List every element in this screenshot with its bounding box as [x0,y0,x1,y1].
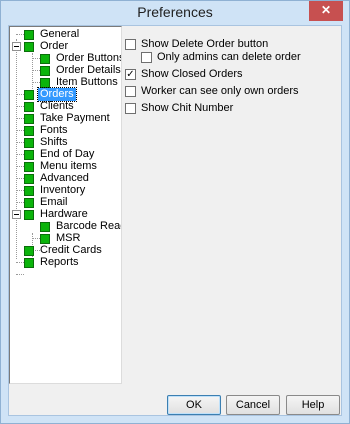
node-icon [24,210,34,220]
tree-connector [16,130,24,131]
close-button[interactable]: ✕ [309,1,343,21]
option-only-admins-delete[interactable]: Only admins can delete order [141,51,331,64]
node-icon [24,90,34,100]
node-icon [40,66,50,76]
node-icon [24,138,34,148]
node-icon [24,246,34,256]
tree-connector [16,106,24,107]
node-icon [40,78,50,88]
tree-connector [32,82,40,83]
tree-connector [16,154,24,155]
option-show-chit-number[interactable]: Show Chit Number [125,102,325,115]
cancel-button[interactable]: Cancel [226,395,280,415]
tree-connector [16,94,24,95]
tree-connector [16,202,24,203]
node-icon [40,234,50,244]
node-icon [24,150,34,160]
window-title: Preferences [137,4,213,20]
checkbox[interactable] [141,52,152,63]
title-bar[interactable]: Preferences ✕ [1,1,349,23]
hardware-expander-icon[interactable] [12,210,21,219]
checkbox[interactable] [125,39,136,50]
tree-connector [16,118,24,119]
tree-connector [32,58,40,59]
tree-connector [16,262,24,263]
node-icon [24,174,34,184]
close-icon: ✕ [320,3,332,17]
node-icon [24,114,34,124]
node-icon [24,162,34,172]
checkbox[interactable] [125,103,136,114]
dialog-body: General Order Order Buttons Order Detail… [8,25,342,416]
order-expander-icon[interactable] [12,42,21,51]
option-show-closed-orders[interactable]: ✓ Show Closed Orders [125,68,325,81]
option-show-delete-order-button[interactable]: Show Delete Order button [125,38,325,51]
tree-item-label: Reports [40,256,79,268]
node-icon [24,186,34,196]
node-icon [24,102,34,112]
checkbox-checked[interactable]: ✓ [125,69,136,80]
node-icon [24,198,34,208]
option-label: Only admins can delete order [157,51,301,63]
option-label: Worker can see only own orders [141,85,299,97]
tree-connector [16,166,24,167]
ok-button[interactable]: OK [167,395,221,415]
tree-connector [16,142,24,143]
preferences-window: Preferences ✕ General Order Order Button… [0,0,350,424]
checkbox[interactable] [125,86,136,97]
tree-connector [32,53,33,93]
option-label: Show Chit Number [141,102,234,114]
option-label: Show Delete Order button [141,38,269,50]
tree-connector [16,178,24,179]
tree-connector [32,70,40,71]
node-icon [24,30,34,40]
tree-connector [16,39,17,259]
node-icon [24,42,34,52]
node-icon [24,126,34,136]
tree-connector [16,190,24,191]
tree-connector [16,274,24,275]
node-icon [40,222,50,232]
option-worker-own-orders[interactable]: Worker can see only own orders [125,85,335,98]
tree-connector [32,238,40,239]
help-button[interactable]: Help [286,395,340,415]
preferences-tree[interactable]: General Order Order Buttons Order Detail… [9,26,122,384]
option-label: Show Closed Orders [141,68,243,80]
tree-connector [16,34,24,35]
node-icon [24,258,34,268]
node-icon [40,54,50,64]
